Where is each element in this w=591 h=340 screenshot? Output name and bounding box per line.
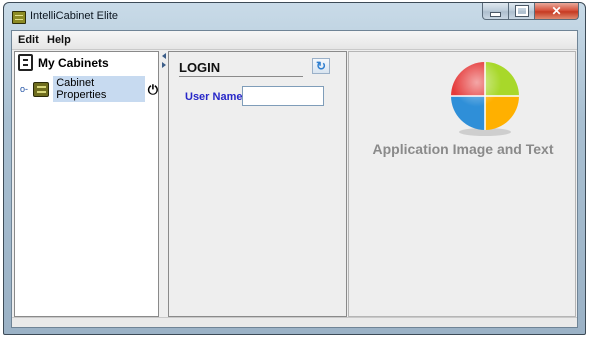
- power-icon[interactable]: ⏻: [148, 83, 158, 96]
- cabinet-node-icon: [33, 81, 50, 97]
- user-name-label: User Name: [185, 91, 243, 103]
- tree-root[interactable]: My Cabinets: [18, 54, 109, 71]
- tree-expander-icon[interactable]: o-: [20, 84, 33, 94]
- login-panel: LOGIN ↻ User Name: [168, 51, 347, 317]
- tree-root-label: My Cabinets: [38, 55, 109, 70]
- window-controls: ✕: [482, 3, 579, 21]
- maximize-icon: [514, 5, 529, 17]
- window-title: IntelliCabinet Elite: [30, 10, 119, 22]
- user-name-input[interactable]: [242, 86, 324, 106]
- status-bar: [12, 317, 577, 327]
- collapse-left-icon[interactable]: [162, 53, 166, 59]
- app-info-panel: Application Image and Text: [348, 51, 576, 317]
- app-icon: [12, 11, 26, 24]
- title-bar[interactable]: IntelliCabinet Elite ✕: [4, 3, 585, 30]
- menu-help[interactable]: Help: [47, 34, 71, 46]
- cabinet-tree-panel: My Cabinets o- Cabinet Properties ⏻: [14, 51, 159, 317]
- app-image-text: Application Image and Text: [372, 141, 554, 157]
- refresh-icon: ↻: [315, 59, 327, 73]
- cabinet-icon: [18, 54, 33, 71]
- menu-bar: Edit Help: [12, 31, 577, 50]
- maximize-button[interactable]: [509, 3, 535, 20]
- tree-node-cabinet-properties[interactable]: o- Cabinet Properties ⏻: [20, 76, 158, 102]
- login-title: LOGIN: [179, 60, 303, 77]
- close-icon: ✕: [551, 4, 562, 18]
- refresh-button[interactable]: ↻: [312, 58, 330, 74]
- tree-node-label[interactable]: Cabinet Properties: [53, 76, 145, 102]
- minimize-button[interactable]: [482, 3, 509, 20]
- split-divider[interactable]: [161, 51, 167, 317]
- app-window: IntelliCabinet Elite ✕ Edit Help My Cabi…: [3, 2, 586, 335]
- pie-logo-icon: [451, 62, 519, 136]
- minimize-icon: [490, 11, 501, 17]
- expand-right-icon[interactable]: [162, 62, 166, 68]
- menu-edit[interactable]: Edit: [18, 34, 39, 46]
- client-area: Edit Help My Cabinets o- Cabinet Propert…: [11, 30, 578, 328]
- close-button[interactable]: ✕: [535, 3, 579, 20]
